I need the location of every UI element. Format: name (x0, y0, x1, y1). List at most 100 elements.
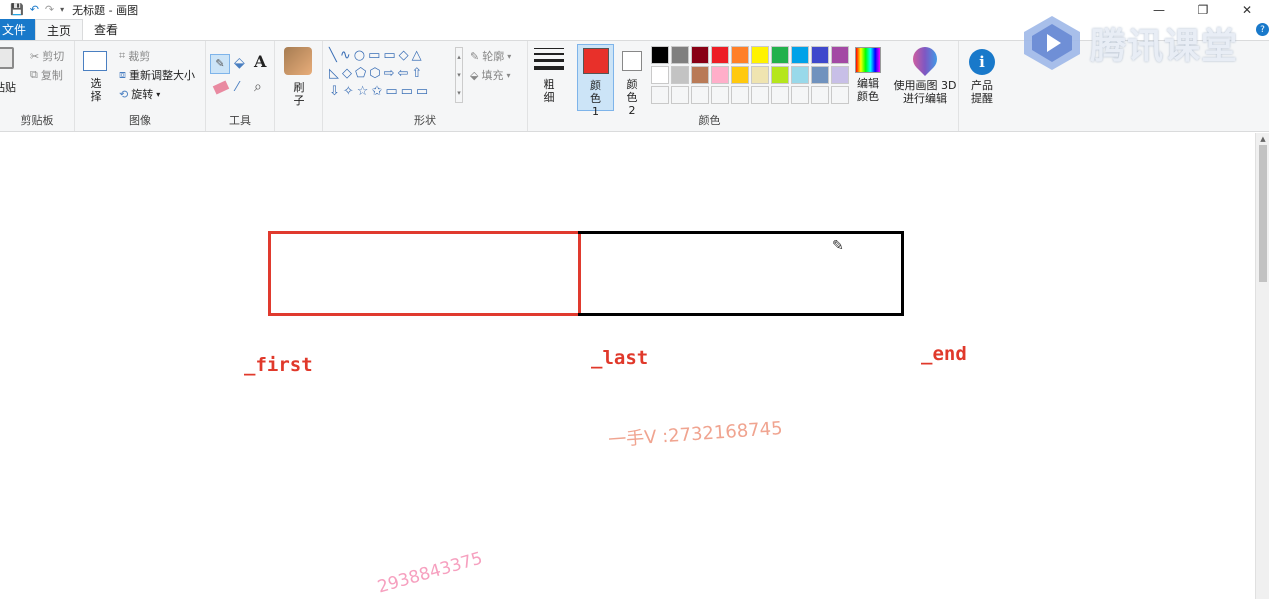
line-width-icon (534, 48, 564, 70)
resize-button[interactable]: ⧈ 重新调整大小 (119, 67, 195, 83)
text-tool-icon[interactable]: A (254, 52, 266, 71)
shapes-scroll[interactable]: ▴ ▾ ▾ (455, 47, 463, 103)
palette-swatch[interactable] (711, 66, 729, 84)
vertical-scrollbar[interactable]: ▲ (1255, 133, 1269, 599)
palette-swatch[interactable] (711, 46, 729, 64)
colors-group: 粗细 颜色 1 颜色 2 编辑颜色 颜色 (528, 41, 891, 131)
crop-button[interactable]: ⌗ 裁剪 (119, 48, 150, 64)
resize-icon: ⧈ (119, 68, 126, 81)
scroll-up-icon[interactable]: ▲ (1256, 133, 1269, 145)
brushes-group: 刷子 (275, 41, 323, 131)
edit-colors-label: 编辑颜色 (857, 77, 879, 103)
cut-label: 剪切 (42, 50, 65, 63)
edit-colors-button[interactable]: 编辑颜色 (852, 47, 884, 103)
palette-swatch[interactable] (811, 66, 829, 84)
tab-home[interactable]: 主页 (35, 19, 84, 40)
palette-swatch[interactable] (691, 86, 709, 104)
palette-swatch[interactable] (651, 86, 669, 104)
redo-icon[interactable]: ↷ (45, 4, 54, 15)
clipboard-group-label: 剪贴板 (20, 114, 54, 127)
label-end: _end (921, 343, 967, 365)
brush-icon (284, 47, 312, 75)
quick-access-toolbar: 💾 ↶ ↷ ▾ (0, 4, 64, 15)
shapes-gallery[interactable]: ╲∿○▭▭◇△ ◺◇⬠⬡⇨⇦⇧ ⇩✧☆✩▭▭▭ (329, 47, 459, 103)
palette-swatch[interactable] (791, 86, 809, 104)
size-label: 粗细 (543, 78, 555, 104)
color1-button[interactable]: 颜色 1 (577, 44, 614, 118)
select-button[interactable]: 选择 (83, 51, 109, 103)
save-icon[interactable]: 💾 (10, 4, 24, 15)
palette-swatch[interactable] (791, 46, 809, 64)
palette-swatch[interactable] (651, 46, 669, 64)
palette-swatch[interactable] (791, 66, 809, 84)
brand-logo: 腾讯课堂 (1022, 14, 1238, 72)
paste-button[interactable]: 粘贴 (0, 47, 18, 101)
paint3d-group: 使用画图 3D 进行编辑 (891, 41, 959, 131)
help-icon[interactable]: ? (1256, 23, 1269, 36)
palette-swatch[interactable] (811, 86, 829, 104)
fill-bucket-icon[interactable]: ⬙ (234, 55, 245, 71)
palette-swatch[interactable] (831, 86, 849, 104)
pencil-tool[interactable]: ✎ (210, 54, 230, 74)
paint3d-icon (908, 42, 942, 76)
palette-swatch[interactable] (771, 46, 789, 64)
paint3d-label: 使用画图 3D 进行编辑 (893, 79, 957, 105)
paint3d-button[interactable]: 使用画图 3D 进行编辑 (893, 42, 957, 105)
red-rectangle (268, 231, 581, 316)
palette-swatch[interactable] (711, 86, 729, 104)
rotate-icon: ⟲ (119, 87, 129, 101)
outline-label: 轮廓 (482, 50, 505, 63)
palette-swatch[interactable] (731, 66, 749, 84)
scrollbar-thumb[interactable] (1259, 145, 1267, 282)
palette-swatch[interactable] (671, 66, 689, 84)
rainbow-icon (855, 47, 881, 73)
color2-swatch (622, 51, 642, 71)
scissors-icon: ✂ (30, 49, 40, 63)
rotate-button[interactable]: ⟲ 旋转 ▾ (119, 86, 160, 102)
magnifier-icon[interactable]: ⌕ (254, 79, 262, 95)
resize-label: 重新调整大小 (129, 69, 195, 82)
undo-icon[interactable]: ↶ (30, 4, 39, 15)
brand-text: 腾讯课堂 (1090, 26, 1239, 67)
label-first: _first (244, 354, 313, 376)
brushes-button[interactable]: 刷子 (284, 47, 314, 107)
palette-swatch[interactable] (671, 46, 689, 64)
palette-swatch[interactable] (831, 46, 849, 64)
window-title: 无标题 - 画图 (72, 3, 139, 17)
tools-group-label: 工具 (229, 114, 251, 127)
customize-dropdown-icon[interactable]: ▾ (60, 5, 64, 14)
color-picker-icon[interactable]: ⁄ (236, 80, 238, 95)
palette-swatch[interactable] (691, 46, 709, 64)
select-rectangle-icon (83, 51, 107, 71)
copy-label: 复制 (40, 69, 63, 82)
size-button[interactable]: 粗细 (534, 48, 564, 104)
palette-swatch[interactable] (751, 86, 769, 104)
shapes-group: ╲∿○▭▭◇△ ◺◇⬠⬡⇨⇦⇧ ⇩✧☆✩▭▭▭ ▴ ▾ ▾ ✎ 轮廓 ▾ ⬙ 填充 ▾ … (323, 41, 528, 131)
outline-button[interactable]: ✎ 轮廓 ▾ (470, 48, 511, 64)
palette-swatch[interactable] (771, 66, 789, 84)
palette-swatch[interactable] (751, 46, 769, 64)
tools-group: ✎ ⬙ A ⁄ ⌕ 工具 (206, 41, 275, 131)
palette-swatch[interactable] (831, 66, 849, 84)
cut-button[interactable]: ✂ 剪切 (30, 48, 64, 64)
palette-swatch[interactable] (751, 66, 769, 84)
fill-button[interactable]: ⬙ 填充 ▾ (470, 67, 510, 83)
palette-swatch[interactable] (691, 66, 709, 84)
product-alert-button[interactable]: i 产品提醒 (967, 49, 997, 105)
palette-swatch[interactable] (731, 46, 749, 64)
product-alert-label: 产品提醒 (971, 79, 993, 105)
palette-swatch[interactable] (771, 86, 789, 104)
eraser-icon[interactable] (212, 80, 230, 95)
colors-group-label: 颜色 (698, 114, 721, 127)
palette-swatch[interactable] (731, 86, 749, 104)
tab-file[interactable]: 文件 (0, 19, 36, 40)
palette-swatch[interactable] (811, 46, 829, 64)
copy-button[interactable]: ⧉ 复制 (30, 67, 63, 83)
tab-view[interactable]: 查看 (83, 19, 129, 40)
palette-swatch[interactable] (671, 86, 689, 104)
fill-icon: ⬙ (470, 68, 479, 82)
color2-button[interactable]: 颜色 2 (617, 44, 647, 117)
palette-swatch[interactable] (651, 66, 669, 84)
crop-icon: ⌗ (119, 49, 126, 62)
alert-group: i 产品提醒 (959, 41, 1005, 131)
